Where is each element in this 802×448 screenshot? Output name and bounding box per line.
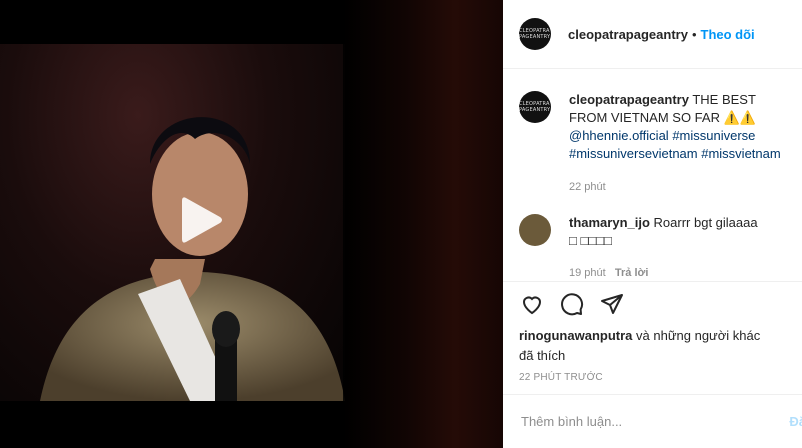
post-timestamp: 22 PHÚT TRƯỚC xyxy=(519,372,603,383)
caption-emoji: ⚠️⚠️ xyxy=(723,110,756,125)
likes-suffix: đã thích xyxy=(519,348,566,363)
comments-list[interactable]: CLEOPATRA PAGEANTRY cleopatrapageantry T… xyxy=(503,69,802,282)
heart-icon[interactable] xyxy=(519,292,545,316)
comment-username[interactable]: thamaryn_ijo xyxy=(569,215,650,230)
avatar-logo-text: CLEOPATRA PAGEANTRY xyxy=(519,28,551,40)
liker-username[interactable]: rinogunawanputra xyxy=(519,328,632,343)
caption-username[interactable]: cleopatrapageantry xyxy=(569,92,689,107)
follow-button[interactable]: Theo dõi xyxy=(701,27,755,42)
comment-icon[interactable] xyxy=(559,292,585,316)
comment-time: 19 phút xyxy=(569,267,606,279)
likes-others[interactable]: và những người khác xyxy=(636,328,760,343)
separator-dot: • xyxy=(691,26,697,42)
post-header: CLEOPATRA PAGEANTRY cleopatrapageantry •… xyxy=(503,0,802,69)
comment-input[interactable] xyxy=(519,413,753,430)
comment-item: thamaryn_ijo Roarrr bgt gilaaaa □ □□□□ 1… xyxy=(503,196,802,281)
mention-link[interactable]: @hhennie.official xyxy=(569,128,669,143)
hashtag-link[interactable]: #missuniverse xyxy=(672,128,755,143)
avatar[interactable] xyxy=(519,214,551,246)
caption-item: CLEOPATRA PAGEANTRY cleopatrapageantry T… xyxy=(503,69,802,196)
avatar-logo-text: CLEOPATRA PAGEANTRY xyxy=(519,101,551,113)
comment-text: Roarrr bgt gilaaaa xyxy=(653,215,758,230)
add-comment-bar: Đă xyxy=(503,394,802,448)
comment-emoji: □ □□□□ xyxy=(569,233,612,248)
avatar[interactable]: CLEOPATRA PAGEANTRY xyxy=(519,18,551,50)
likes-summary: rinogunawanputra và những người khác đã … xyxy=(503,326,802,366)
header-username[interactable]: cleopatrapageantry xyxy=(568,27,688,42)
hashtag-link[interactable]: #missvietnam xyxy=(701,146,780,161)
action-bar xyxy=(503,282,802,326)
post-panel: CLEOPATRA PAGEANTRY cleopatrapageantry •… xyxy=(503,0,802,448)
post-button[interactable]: Đă xyxy=(789,414,802,429)
video-player[interactable] xyxy=(0,0,503,448)
reply-button[interactable]: Trả lời xyxy=(615,267,649,279)
avatar[interactable]: CLEOPATRA PAGEANTRY xyxy=(519,91,551,123)
share-icon[interactable] xyxy=(599,292,625,316)
play-icon[interactable] xyxy=(168,188,232,252)
caption-time: 22 phút xyxy=(569,181,606,193)
stage-background xyxy=(343,0,503,448)
hashtag-link[interactable]: #missuniversevietnam xyxy=(569,146,698,161)
